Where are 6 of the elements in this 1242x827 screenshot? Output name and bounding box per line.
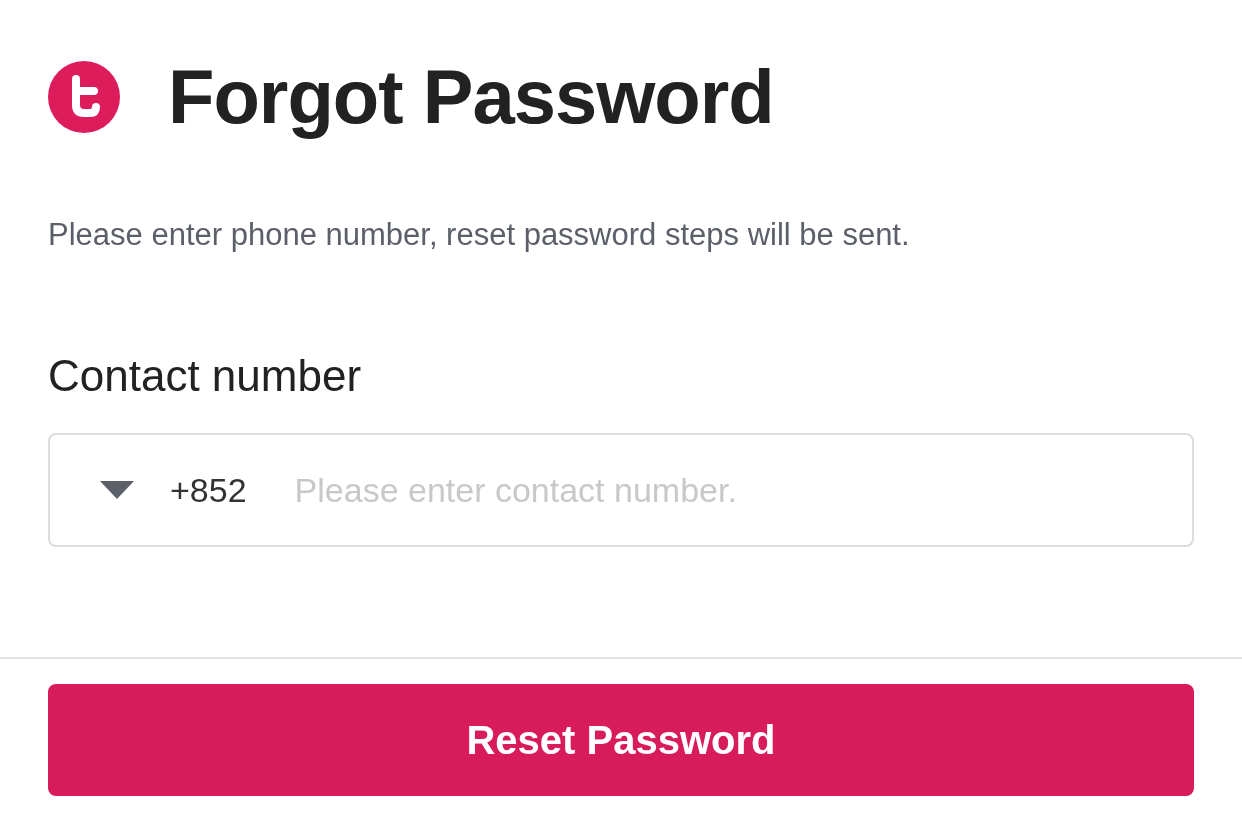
field-label: Contact number — [48, 351, 363, 401]
dropdown-caret-icon[interactable] — [100, 481, 134, 499]
reset-password-button[interactable]: Reset Password — [48, 684, 1194, 796]
country-code[interactable]: +852 — [170, 470, 247, 510]
logo-icon — [48, 61, 120, 133]
description-text: Please enter phone number, reset password steps will be sent. — [48, 217, 911, 253]
